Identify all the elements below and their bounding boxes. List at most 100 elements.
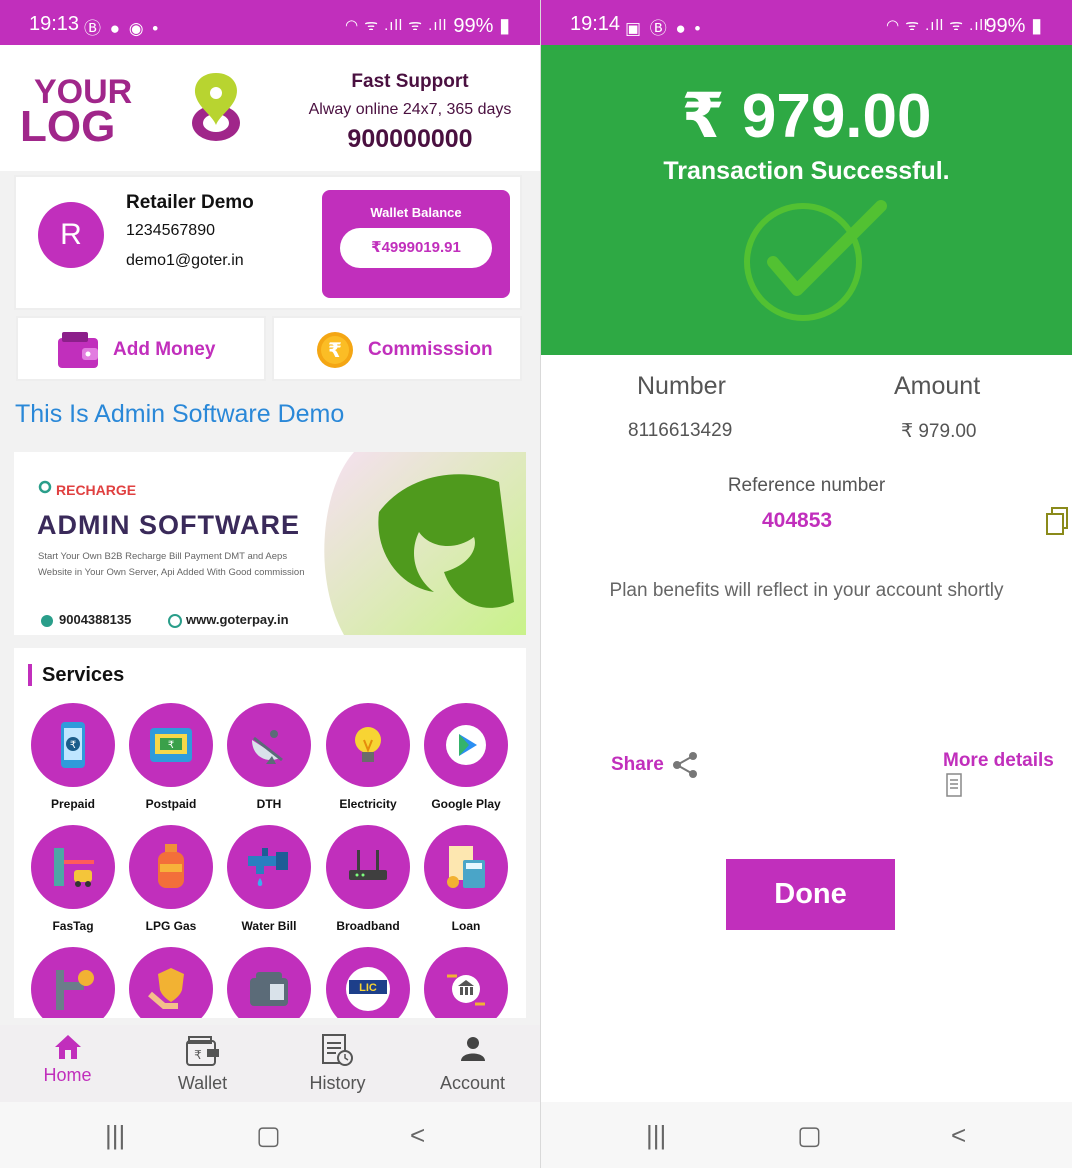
status-time: 19:14 — [570, 13, 621, 35]
document-icon — [946, 773, 962, 797]
service-landline[interactable] — [219, 947, 319, 1018]
banner-tag: RECHARGE — [56, 482, 137, 498]
notification-icons: Ⓑ ● ◉ • — [84, 19, 161, 38]
gas-cylinder-icon — [158, 844, 184, 888]
banner-phone: 9004388135 — [59, 612, 132, 627]
service-broadband[interactable]: Broadband — [318, 825, 418, 945]
more-details-label: More details — [943, 750, 1054, 771]
svg-text:₹: ₹ — [328, 338, 342, 362]
landline-icon — [250, 972, 288, 1006]
status-bar: 19:14 ▣ Ⓑ ● • ◠ ᯤ .ıll ᯤ .ıll 99% ▮ — [541, 0, 1072, 45]
service-dth[interactable]: DTH — [219, 703, 319, 823]
service-bank-transfer[interactable] — [416, 947, 516, 1018]
bulb-icon — [355, 727, 381, 762]
check-icon — [744, 200, 887, 321]
recents-button[interactable]: ||| — [105, 1120, 125, 1151]
pipeline-icon — [56, 970, 94, 1010]
back-button[interactable]: < — [410, 1120, 425, 1151]
service-water-bill[interactable]: Water Bill — [219, 825, 319, 945]
bank-icon — [447, 974, 485, 1006]
play-icon — [446, 725, 486, 765]
service-loan[interactable]: Loan — [416, 825, 516, 945]
support-phone[interactable]: 900000000 — [290, 125, 530, 154]
banner-title: ADMIN SOFTWARE — [37, 510, 300, 540]
plan-benefits-message: Plan benefits will reflect in your accou… — [609, 580, 1004, 601]
status-time: 19:13 — [29, 13, 80, 35]
system-nav-bar: ||| ▢ < — [0, 1102, 540, 1168]
signal-icon: ◠ ᯤ .ıll ᯤ .ıll — [345, 17, 448, 34]
battery-level: 99% ▮ — [453, 15, 510, 37]
number-value: 8116613429 — [628, 420, 733, 441]
system-nav-bar: ||| ▢ < — [541, 1102, 1072, 1168]
tap-icon — [248, 848, 288, 886]
service-insurance[interactable] — [121, 947, 221, 1018]
toll-icon — [54, 848, 94, 887]
history-icon — [322, 1034, 353, 1066]
avatar: R — [38, 202, 104, 268]
nav-wallet[interactable]: ₹ Wallet — [135, 1025, 270, 1102]
service-postpaid[interactable]: ₹ Postpaid — [121, 703, 221, 823]
nav-home[interactable]: Home — [0, 1025, 135, 1102]
home-system-button[interactable]: ▢ — [256, 1120, 281, 1151]
home-system-button[interactable]: ▢ — [797, 1120, 822, 1151]
notification-icons: ▣ Ⓑ ● • — [625, 19, 703, 38]
recents-button[interactable]: ||| — [646, 1120, 666, 1151]
service-google-play[interactable]: Google Play — [416, 703, 516, 823]
svg-text:₹: ₹ — [168, 740, 174, 751]
number-label: Number — [637, 372, 726, 400]
home-screen: 19:13 Ⓑ ● ◉ • ◠ ᯤ .ıll ᯤ .ıll 99% ▮ YOUR… — [0, 0, 540, 1168]
share-label: Share — [611, 754, 664, 776]
banner-background — [14, 452, 526, 635]
home-icon — [55, 1035, 81, 1059]
nav-history[interactable]: History — [270, 1025, 405, 1102]
transaction-amount: ₹ 979.00 — [681, 82, 932, 151]
copy-icon[interactable] — [1045, 506, 1069, 536]
svg-text:₹: ₹ — [194, 1048, 202, 1062]
services-title: Services — [28, 664, 124, 686]
commission-button[interactable]: ₹ Commisssion — [272, 316, 522, 381]
calculator-icon — [447, 846, 485, 888]
services-panel: Services ₹ Prepaid ₹ Postpaid DTH Electr… — [14, 648, 526, 1018]
service-lic[interactable]: LIC — [318, 947, 418, 1018]
reference-label: Reference number — [727, 475, 886, 496]
wallet-balance-label: Wallet Balance — [370, 205, 462, 220]
add-money-button[interactable]: Add Money — [16, 316, 266, 381]
app-header: YOUR LOG Fast Support Alway online 24x7,… — [0, 45, 540, 171]
service-electricity[interactable]: Electricity — [318, 703, 418, 823]
support-block: Fast Support Alway online 24x7, 365 days… — [290, 71, 530, 154]
banner-description: Start Your Own B2B Recharge Bill Payment… — [38, 551, 305, 578]
status-bar: 19:13 Ⓑ ● ◉ • ◠ ᯤ .ıll ᯤ .ıll 99% ▮ — [0, 0, 540, 45]
satellite-dish-icon — [252, 730, 283, 764]
wallet-balance-card[interactable]: Wallet Balance ₹4999019.91 — [322, 190, 510, 298]
wallet-icon — [58, 332, 98, 368]
lic-icon: LIC — [346, 967, 390, 1011]
service-fastag[interactable]: FasTag — [23, 825, 123, 945]
bottom-nav: Home ₹ Wallet History Account — [0, 1025, 540, 1102]
service-lpg-gas[interactable]: LPG Gas — [121, 825, 221, 945]
commission-label: Commisssion — [368, 339, 493, 360]
mobile-icon: ₹ — [61, 722, 85, 768]
done-button[interactable]: Done — [726, 859, 895, 930]
back-button[interactable]: < — [951, 1120, 966, 1151]
service-gas-pipeline[interactable] — [23, 947, 123, 1018]
wallet-icon: ₹ — [186, 1036, 219, 1066]
logo: YOUR LOG — [20, 73, 240, 145]
amount-value: ₹ 979.00 — [901, 421, 977, 442]
add-money-label: Add Money — [113, 339, 216, 360]
svg-text:LOG: LOG — [20, 102, 115, 145]
more-details-button[interactable]: More details — [943, 750, 1072, 800]
transaction-status: Transaction Successful. — [663, 157, 950, 185]
share-button[interactable]: Share — [611, 750, 701, 780]
nav-account[interactable]: Account — [405, 1025, 540, 1102]
admin-title: This Is Admin Software Demo — [15, 400, 345, 428]
retailer-phone: 1234567890 — [126, 222, 215, 239]
promo-banner[interactable]: RECHARGE ADMIN SOFTWARE Start Your Own B… — [14, 452, 526, 635]
account-icon — [461, 1037, 485, 1061]
amount-label: Amount — [894, 372, 981, 400]
share-icon — [673, 752, 698, 778]
router-icon — [349, 850, 387, 880]
profile-card: R Retailer Demo 1234567890 demo1@goter.i… — [14, 175, 522, 310]
wallet-balance-value: ₹4999019.91 — [340, 228, 492, 268]
service-prepaid[interactable]: ₹ Prepaid — [23, 703, 123, 823]
svg-text:₹: ₹ — [70, 740, 76, 751]
